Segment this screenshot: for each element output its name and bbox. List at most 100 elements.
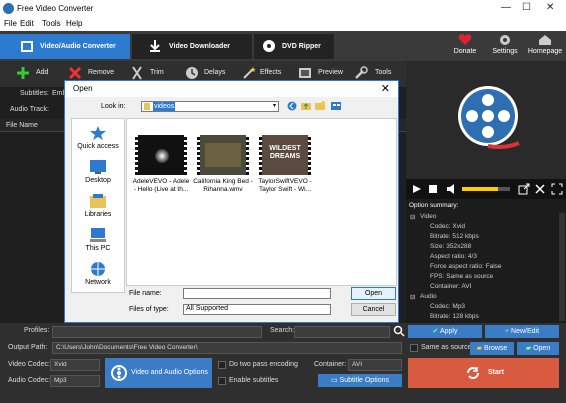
export-icon[interactable]: [518, 183, 530, 195]
new-edit-label: New/Edit: [511, 328, 540, 335]
volume-icon[interactable]: [446, 184, 458, 194]
audio-codec-select[interactable]: Mp3: [50, 375, 100, 387]
place-label: Network: [85, 279, 111, 286]
files-of-type-select[interactable]: All Supported: [183, 304, 331, 315]
video-codec-select[interactable]: Xvid: [50, 359, 100, 371]
tools-icon[interactable]: [354, 66, 368, 80]
chevron-down-icon: ▾: [272, 103, 276, 109]
audio-group-toggle[interactable]: ⊟: [410, 293, 415, 301]
window-title: Free Video Converter: [17, 4, 94, 13]
apply-button[interactable]: ✔ Apply: [408, 325, 482, 338]
option-item: Force aspect ratio: False: [430, 263, 502, 270]
enable-subtitles-label: Enable subtitles: [229, 377, 279, 384]
options-scrollbar[interactable]: [559, 213, 565, 321]
magic-wand-icon[interactable]: [242, 66, 256, 80]
add-button[interactable]: Add: [36, 69, 48, 76]
place-quick-access[interactable]: Quick access: [72, 125, 124, 150]
up-folder-icon[interactable]: [301, 101, 311, 111]
back-icon[interactable]: [287, 101, 297, 111]
menu-file[interactable]: File: [4, 19, 17, 28]
clock-icon[interactable]: [185, 66, 199, 80]
new-folder-icon[interactable]: [315, 101, 325, 111]
maximize-button[interactable]: ☐: [522, 2, 531, 13]
add-icon[interactable]: [16, 66, 30, 80]
option-item: Codec: Mp3: [430, 303, 466, 310]
place-desktop[interactable]: Desktop: [72, 159, 124, 184]
place-label: This PC: [85, 245, 111, 252]
browse-button[interactable]: ▰ Browse: [470, 342, 514, 355]
delays-button[interactable]: Delays: [204, 69, 225, 76]
file-item[interactable]: AdeleVEVO - Adele - Hello (Live at th...: [131, 135, 191, 194]
remove-button[interactable]: Remove: [88, 69, 114, 76]
file-name-input[interactable]: [183, 288, 331, 299]
file-name-column-header[interactable]: File Name: [6, 122, 38, 129]
bottom-panel: Profiles: Search: ✔ Apply + New/Edit Out…: [0, 323, 566, 403]
place-this-pc[interactable]: This PC: [72, 227, 124, 252]
tab-video-downloader[interactable]: Video Downloader: [132, 34, 252, 59]
output-path-input[interactable]: C:\Users\John\Documents\Free Video Conve…: [52, 342, 402, 354]
subtitle-icon: ▭: [331, 377, 340, 384]
dialog-title-bar: Open ✕: [65, 81, 398, 97]
trim-button[interactable]: Trim: [150, 69, 164, 76]
close-button[interactable]: ✕: [546, 2, 554, 13]
menu-help[interactable]: Help: [66, 19, 82, 28]
video-group-header: Video: [420, 213, 437, 220]
remove-icon[interactable]: [68, 66, 82, 80]
homepage-button[interactable]: Homepage: [527, 34, 563, 55]
subtitle-options-button[interactable]: ▭ Subtitle Options: [318, 374, 402, 387]
minimize-button[interactable]: —: [501, 2, 511, 13]
volume-slider[interactable]: [462, 187, 510, 191]
home-icon: [539, 35, 551, 45]
look-in-select[interactable]: videos ▾: [141, 101, 279, 112]
star-icon: [90, 126, 106, 140]
video-thumbnail: [197, 135, 249, 175]
places-bar: Quick access Desktop Libraries This PC N…: [71, 118, 125, 293]
fullscreen-icon[interactable]: [551, 183, 563, 195]
settings-button[interactable]: Settings: [490, 34, 520, 55]
preview-icon[interactable]: [298, 66, 312, 80]
file-item[interactable]: California King Bed - Rihanna.wmv: [193, 135, 253, 194]
place-network[interactable]: Network: [72, 261, 124, 286]
open-label: Open: [533, 345, 551, 352]
effects-button[interactable]: Effects: [260, 69, 281, 76]
tools-button[interactable]: Tools: [375, 69, 391, 76]
dialog-title: Open: [73, 84, 93, 93]
video-thumbnail: WILDEST DREAMS: [259, 135, 311, 175]
stop-icon[interactable]: [428, 184, 438, 194]
open-folder-button[interactable]: ▰ Open: [517, 342, 559, 355]
menu-edit[interactable]: Edit: [20, 19, 34, 28]
tab-video-audio-converter[interactable]: Video/Audio Converter: [0, 34, 130, 59]
film-reel-icon: [458, 86, 520, 149]
video-audio-options-button[interactable]: Video and Audio Options: [105, 358, 212, 388]
same-as-source-checkbox[interactable]: [410, 344, 418, 352]
menu-tools[interactable]: Tools: [42, 19, 61, 28]
start-button[interactable]: Start: [408, 358, 559, 388]
place-libraries[interactable]: Libraries: [72, 193, 124, 218]
donate-button[interactable]: Donate: [450, 34, 480, 55]
search-icon[interactable]: [393, 325, 405, 337]
scissors-icon[interactable]: [130, 66, 144, 80]
two-pass-checkbox[interactable]: [218, 361, 226, 369]
video-audio-options-label: Video and Audio Options: [131, 369, 208, 376]
video-group-toggle[interactable]: ⊟: [410, 213, 415, 221]
dialog-cancel-button[interactable]: Cancel: [351, 303, 396, 316]
profiles-select[interactable]: [52, 326, 262, 338]
cut-icon[interactable]: [534, 183, 546, 195]
title-bar: Free Video Converter — ☐ ✕: [0, 0, 566, 18]
search-input[interactable]: [294, 326, 390, 338]
place-label: Quick access: [77, 143, 119, 150]
preview-area: [406, 61, 566, 179]
dialog-open-button[interactable]: Open: [351, 287, 396, 300]
dialog-close-button[interactable]: ✕: [381, 82, 390, 95]
enable-subtitles-checkbox[interactable]: [218, 377, 226, 385]
view-menu-icon[interactable]: [331, 101, 341, 111]
container-select[interactable]: AVI: [348, 359, 402, 371]
preview-button[interactable]: Preview: [318, 69, 343, 76]
libraries-icon: [90, 194, 106, 208]
apply-label: Apply: [439, 328, 458, 335]
tab-dvd-ripper[interactable]: DVD Ripper: [254, 34, 334, 59]
option-summary: Option summary: ⊟ Video Codec: Xvid Bitr…: [406, 199, 566, 323]
new-edit-button[interactable]: + New/Edit: [485, 325, 559, 338]
file-item[interactable]: WILDEST DREAMS TaylorSwiftVEVO - Taylor …: [255, 135, 315, 194]
play-icon[interactable]: [412, 184, 422, 194]
